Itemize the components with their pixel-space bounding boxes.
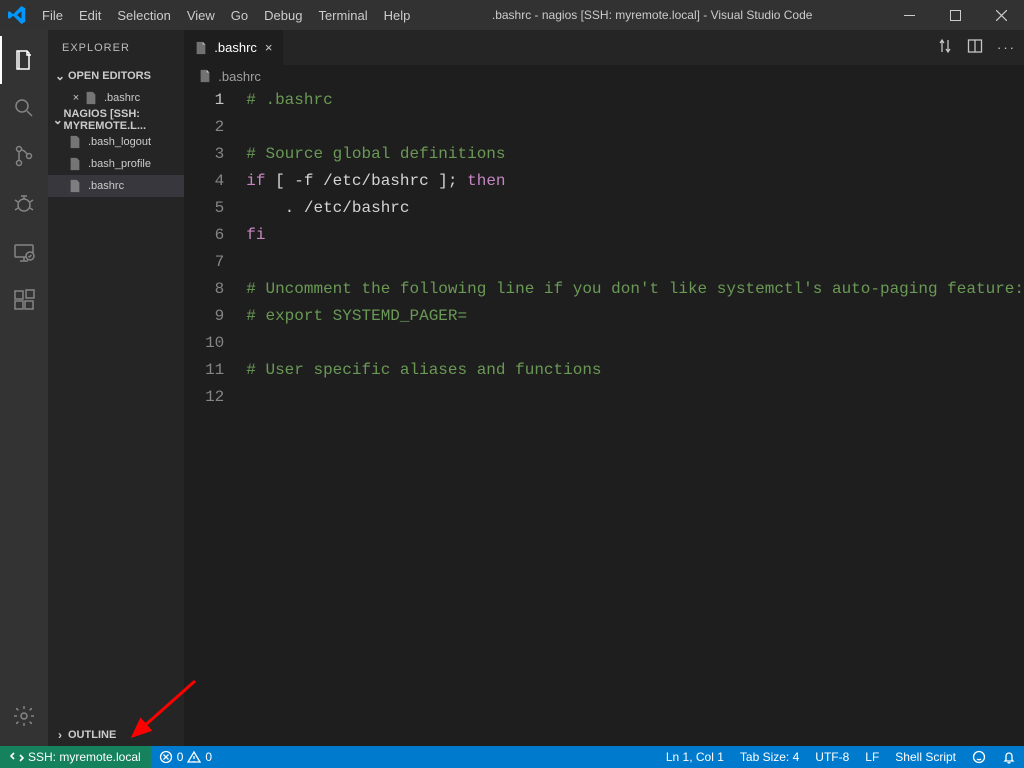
open-editor-item[interactable]: × .bashrc xyxy=(48,87,184,109)
maximize-button[interactable] xyxy=(932,0,978,30)
tab-close-icon[interactable]: × xyxy=(265,40,273,55)
explorer-title: EXPLORER xyxy=(48,30,184,65)
window-title: .bashrc - nagios [SSH: myremote.local] -… xyxy=(418,8,886,22)
indentation-status[interactable]: Tab Size: 4 xyxy=(732,750,807,764)
file-item[interactable]: .bash_logout xyxy=(48,131,184,153)
workspace-section[interactable]: ⌄ NAGIOS [SSH: MYREMOTE.L... xyxy=(48,109,184,131)
language-mode[interactable]: Shell Script xyxy=(887,750,964,764)
menu-edit[interactable]: Edit xyxy=(71,0,109,30)
breadcrumb[interactable]: .bashrc xyxy=(184,65,1024,87)
menu-file[interactable]: File xyxy=(34,0,71,30)
search-activity-icon[interactable] xyxy=(0,84,48,132)
chevron-down-icon: ⌄ xyxy=(52,113,64,127)
chevron-right-icon: › xyxy=(52,728,68,742)
settings-gear-icon[interactable] xyxy=(0,692,48,740)
file-icon xyxy=(68,157,84,171)
file-icon xyxy=(198,69,212,83)
file-label: .bashrc xyxy=(104,92,140,104)
close-editor-icon[interactable]: × xyxy=(68,92,84,104)
file-icon xyxy=(84,91,100,105)
source-control-activity-icon[interactable] xyxy=(0,132,48,180)
menu-debug[interactable]: Debug xyxy=(256,0,310,30)
file-icon xyxy=(68,135,84,149)
menu-view[interactable]: View xyxy=(179,0,223,30)
editor[interactable]: 123456789101112 # .bashrc # Source globa… xyxy=(184,87,1024,746)
tab-label: .bashrc xyxy=(214,40,257,55)
explorer-sidebar: EXPLORER ⌄ OPEN EDITORS × .bashrc ⌄ NAGIO… xyxy=(48,30,184,746)
title-bar: FileEditSelectionViewGoDebugTerminalHelp… xyxy=(0,0,1024,30)
open-editors-label: OPEN EDITORS xyxy=(68,70,151,82)
split-editor-icon[interactable] xyxy=(967,38,983,57)
file-item[interactable]: .bashrc xyxy=(48,175,184,197)
file-label: .bash_profile xyxy=(88,158,151,170)
open-editors-section[interactable]: ⌄ OPEN EDITORS xyxy=(48,65,184,87)
editor-tabs: .bashrc × ··· xyxy=(184,30,1024,65)
remote-status[interactable]: SSH: myremote.local xyxy=(0,746,151,768)
warnings-count: 0 xyxy=(205,750,212,764)
errors-count: 0 xyxy=(177,750,184,764)
extensions-activity-icon[interactable] xyxy=(0,276,48,324)
outline-label: OUTLINE xyxy=(68,729,116,741)
more-actions-icon[interactable]: ··· xyxy=(997,40,1016,55)
compare-changes-icon[interactable] xyxy=(937,38,953,57)
menu-help[interactable]: Help xyxy=(376,0,419,30)
file-label: .bashrc xyxy=(88,180,124,192)
line-numbers: 123456789101112 xyxy=(184,87,242,746)
notifications-icon[interactable] xyxy=(994,750,1024,764)
debug-activity-icon[interactable] xyxy=(0,180,48,228)
menu-terminal[interactable]: Terminal xyxy=(310,0,375,30)
file-label: .bash_logout xyxy=(88,136,151,148)
editor-area: .bashrc × ··· .bashrc 123456789101112 # … xyxy=(184,30,1024,746)
window-close-button[interactable] xyxy=(978,0,1024,30)
tab-bashrc[interactable]: .bashrc × xyxy=(184,30,283,65)
activity-bar xyxy=(0,30,48,746)
menu-selection[interactable]: Selection xyxy=(109,0,178,30)
file-icon xyxy=(68,179,84,193)
file-icon xyxy=(194,41,208,55)
breadcrumb-label: .bashrc xyxy=(218,69,261,84)
cursor-position[interactable]: Ln 1, Col 1 xyxy=(658,750,732,764)
minimize-button[interactable] xyxy=(886,0,932,30)
outline-section[interactable]: › OUTLINE xyxy=(48,724,184,746)
code-content[interactable]: # .bashrc # Source global definitionsif … xyxy=(242,87,1024,746)
explorer-activity-icon[interactable] xyxy=(0,36,48,84)
remote-explorer-activity-icon[interactable] xyxy=(0,228,48,276)
feedback-icon[interactable] xyxy=(964,750,994,764)
problems-status[interactable]: 0 0 xyxy=(151,746,220,768)
remote-status-label: SSH: myremote.local xyxy=(28,750,141,764)
menu-go[interactable]: Go xyxy=(223,0,256,30)
encoding-status[interactable]: UTF-8 xyxy=(807,750,857,764)
vscode-logo-icon xyxy=(0,6,34,24)
eol-status[interactable]: LF xyxy=(857,750,887,764)
file-item[interactable]: .bash_profile xyxy=(48,153,184,175)
menu-bar: FileEditSelectionViewGoDebugTerminalHelp xyxy=(34,0,418,30)
workspace-label: NAGIOS [SSH: MYREMOTE.L... xyxy=(64,108,181,132)
status-bar: SSH: myremote.local 0 0 Ln 1, Col 1 Tab … xyxy=(0,746,1024,768)
chevron-down-icon: ⌄ xyxy=(52,69,68,83)
